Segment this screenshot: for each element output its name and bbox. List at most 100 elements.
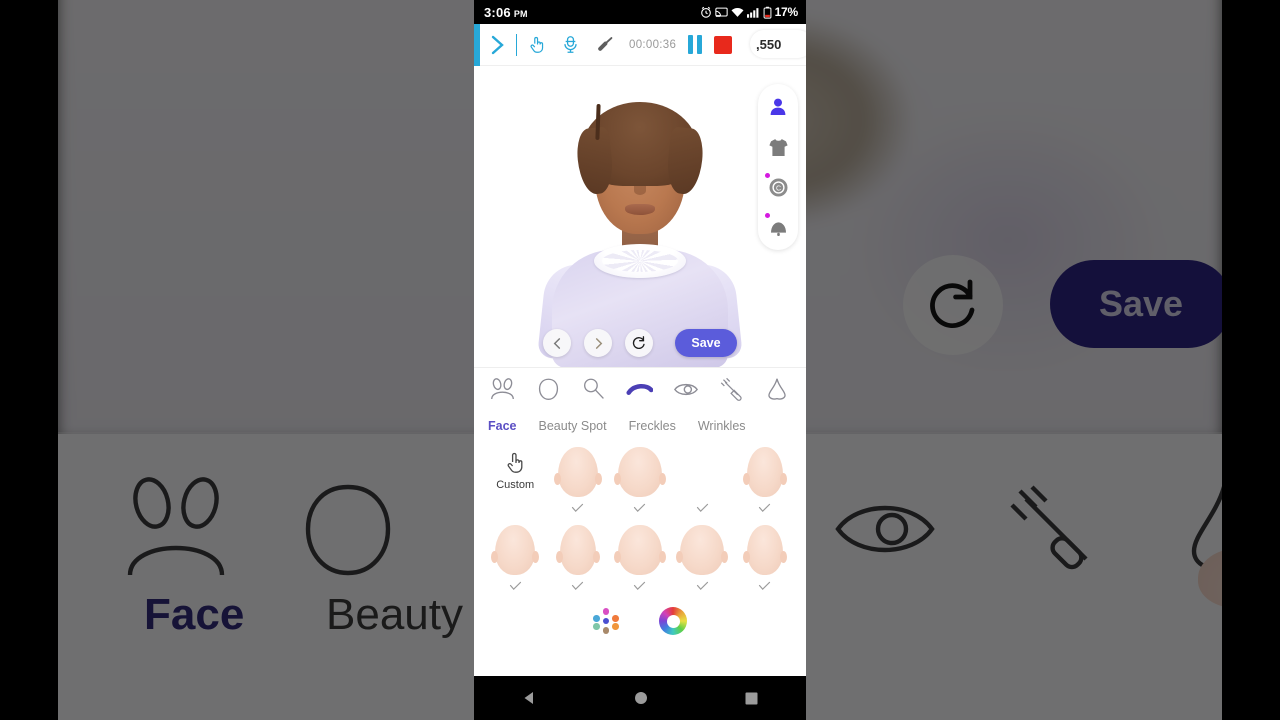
recorder-brush-toggle[interactable]: [587, 26, 621, 64]
custom-button[interactable]: Custom: [484, 447, 546, 491]
avatar-preview: C Save: [474, 66, 806, 367]
recorder-touch-toggle[interactable]: [519, 26, 553, 64]
recorder-mic-toggle[interactable]: [553, 26, 587, 64]
status-bar: 3:06 PM 17%: [474, 0, 806, 24]
coin-counter-pill[interactable]: ,550: [750, 30, 806, 58]
category-eye[interactable]: [669, 373, 703, 407]
battery-icon: [763, 6, 771, 19]
tab-beauty-spot[interactable]: Beauty Spot: [539, 419, 607, 433]
face-thumbnail[interactable]: [609, 525, 671, 597]
nose-icon: [768, 378, 786, 400]
android-nav-bar: [474, 676, 806, 720]
home-circle-icon[interactable]: [634, 691, 648, 705]
category-headband[interactable]: [486, 373, 520, 407]
notification-dot: [765, 213, 770, 218]
recorder-stop-button[interactable]: [714, 35, 733, 54]
recorder-edge-handle[interactable]: [474, 24, 480, 66]
svg-text:C: C: [775, 185, 780, 192]
wifi-icon: [731, 7, 744, 17]
tab-face[interactable]: Face: [488, 419, 517, 433]
makeup-brush-icon: [583, 378, 604, 399]
face-thumbnail[interactable]: [734, 447, 796, 519]
refresh-icon: [632, 336, 645, 349]
selected-check: [633, 575, 646, 597]
status-bar-time: 3:06: [484, 4, 511, 20]
category-face[interactable]: [532, 373, 566, 407]
face-thumbnail[interactable]: [546, 447, 608, 519]
coin-badge-icon: C: [769, 178, 787, 196]
face-shape-preview: [742, 447, 787, 497]
palette-dot: [602, 608, 609, 615]
face-shape-preview: [742, 525, 787, 575]
preview-controls: Save: [474, 329, 806, 357]
preview-side-rail: C: [758, 84, 798, 250]
check-icon: [759, 503, 771, 513]
sidebar-item-outfit[interactable]: [763, 132, 793, 162]
selected-check: [696, 575, 709, 597]
category-eyelash[interactable]: [714, 373, 748, 407]
sidebar-item-items[interactable]: [763, 212, 793, 242]
eye-icon: [673, 383, 698, 396]
face-thumbnail[interactable]: [671, 447, 733, 519]
face-thumbnail[interactable]: [609, 447, 671, 519]
category-nose[interactable]: [760, 373, 794, 407]
chevron-right-icon: [595, 337, 602, 349]
face-shape-grid: Custom: [474, 441, 806, 597]
phone-screen: 3:06 PM 17% 00:00:36 ,550 C Save Face Be…: [474, 0, 806, 720]
recents-square-icon[interactable]: [745, 692, 758, 705]
screen-recorder-toolbar: 00:00:36 ,550: [474, 24, 806, 66]
head-outline-icon: [538, 378, 559, 400]
color-selector-row: [474, 597, 806, 647]
previous-button[interactable]: [543, 329, 571, 357]
chevron-right-icon: [491, 35, 504, 54]
chevron-left-icon: [553, 337, 560, 349]
category-eyebrow[interactable]: [623, 373, 657, 407]
reset-button[interactable]: [625, 329, 653, 357]
back-triangle-icon[interactable]: [523, 691, 537, 705]
screen-root: Face Beauty Sp Save 3:06 PM: [0, 0, 1280, 720]
recorder-pause-button[interactable]: [688, 35, 703, 54]
sub-tab-bar: Face Beauty Spot Freckles Wrinkles: [474, 411, 806, 441]
palette-dot: [602, 617, 609, 624]
tab-freckles[interactable]: Freckles: [629, 419, 676, 433]
selected-check: [509, 575, 522, 597]
tab-wrinkles[interactable]: Wrinkles: [698, 419, 746, 433]
alarm-icon: [700, 6, 711, 18]
selected-check: [758, 497, 771, 519]
category-makeup[interactable]: [577, 373, 611, 407]
next-button[interactable]: [584, 329, 612, 357]
check-icon: [571, 503, 584, 513]
face-thumbnail[interactable]: [734, 525, 796, 597]
eyelash-wand-icon: [720, 377, 742, 401]
palette-dot: [593, 615, 600, 622]
battery-percent-label: 17%: [774, 5, 799, 19]
status-bar-clock: 3:06 PM: [484, 5, 528, 20]
save-button[interactable]: Save: [675, 329, 737, 357]
sidebar-item-coins[interactable]: C: [763, 172, 793, 202]
brush-icon: [597, 37, 612, 51]
face-thumbnail[interactable]: [546, 525, 608, 597]
face-shape-preview: [676, 525, 729, 575]
selected-check: [571, 575, 584, 597]
palette-dot: [602, 627, 609, 634]
cast-icon: [714, 7, 728, 17]
color-wheel-center: [666, 614, 680, 628]
signal-icon: [746, 7, 759, 18]
hand-tap-icon: [507, 452, 523, 473]
avatar-figure[interactable]: [537, 82, 743, 367]
check-icon: [696, 581, 708, 591]
face-shape-preview: [682, 447, 722, 497]
face-thumbnail[interactable]: [671, 525, 733, 597]
check-icon: [571, 581, 584, 591]
face-thumbnail[interactable]: [484, 525, 546, 597]
face-shape-preview: [555, 525, 600, 575]
status-bar-ampm: PM: [513, 8, 528, 19]
color-wheel-button[interactable]: [659, 607, 687, 635]
hand-touch-icon: [530, 36, 543, 53]
color-palette-button[interactable]: [593, 608, 619, 634]
avatar-nose: [634, 186, 646, 195]
eyebrow-icon: [626, 383, 654, 395]
thumbnail-row: [484, 525, 796, 597]
sidebar-item-avatar[interactable]: [763, 92, 793, 122]
recorder-collapse-button[interactable]: [480, 26, 514, 64]
